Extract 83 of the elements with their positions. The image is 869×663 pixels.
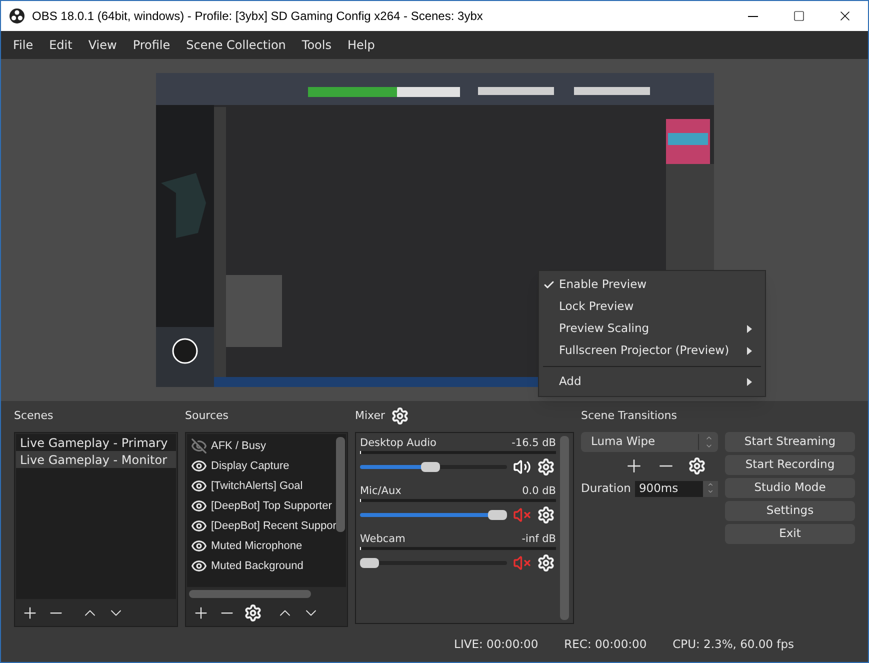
channel-name: Webcam	[360, 532, 406, 546]
menu-item[interactable]: Help	[339, 36, 383, 54]
muted-speaker-icon[interactable]	[513, 506, 531, 524]
menu-option-label: Add	[559, 373, 582, 390]
spin-down-icon	[707, 488, 714, 495]
slider-thumb[interactable]	[488, 510, 507, 520]
menu-option[interactable]: Preview Scaling	[539, 318, 765, 340]
menu-item[interactable]: Profile	[124, 36, 178, 54]
spin-down-icon	[704, 442, 712, 450]
source-item[interactable]: Display Capture	[187, 456, 336, 476]
eye-icon[interactable]	[191, 538, 207, 554]
eye-icon[interactable]	[191, 478, 207, 494]
muted-speaker-icon[interactable]	[513, 554, 531, 572]
check-icon	[543, 279, 555, 291]
menu-item[interactable]: File	[5, 36, 42, 54]
dock-title: Sources	[185, 408, 230, 424]
source-item[interactable]: [DeepBot] Recent Suppor	[187, 516, 336, 536]
source-item[interactable]: Muted Microphone	[187, 536, 336, 556]
volume-slider[interactable]	[360, 557, 507, 569]
live-timer: LIVE: 00:00:00	[454, 636, 538, 653]
control-button[interactable]: Settings	[725, 501, 855, 521]
source-item[interactable]: [TwitchAlerts] Goal	[187, 476, 336, 496]
rec-timer: REC: 00:00:00	[564, 636, 647, 653]
menu-option[interactable]: Add	[539, 371, 765, 393]
volume-slider[interactable]	[360, 509, 507, 521]
control-button[interactable]: Start Recording	[725, 455, 855, 475]
control-button[interactable]: Start Streaming	[725, 432, 855, 452]
volume-reading: -inf dB	[522, 532, 556, 546]
volume-reading: -16.5 dB	[512, 436, 556, 450]
eye-icon[interactable]	[191, 518, 207, 534]
duration-field[interactable]: 900ms	[634, 480, 718, 497]
settings-icon[interactable]	[537, 506, 555, 524]
dock-title: Scenes	[14, 408, 54, 424]
scrollbar[interactable]	[336, 437, 345, 532]
menu-option-label: Lock Preview	[559, 298, 634, 316]
settings-icon[interactable]	[244, 604, 262, 622]
eye-icon[interactable]	[191, 458, 207, 474]
scrollbar[interactable]	[560, 436, 569, 620]
duration-label: Duration	[581, 480, 631, 497]
app-logo-icon	[9, 8, 25, 24]
submenu-arrow-icon	[747, 325, 752, 333]
submenu-arrow-icon	[747, 347, 752, 355]
menu-item[interactable]: Tools	[294, 36, 340, 54]
menu-option[interactable]: Fullscreen Projector (Preview)	[539, 340, 765, 362]
scene-item[interactable]: Live Gameplay - Primary	[16, 434, 176, 451]
slider-thumb[interactable]	[421, 462, 440, 472]
menu-option[interactable]: Enable Preview	[539, 274, 765, 296]
menu-option-label: Enable Preview	[559, 276, 647, 294]
menu-item[interactable]: Scene Collection	[178, 36, 294, 54]
menu-item[interactable]: Edit	[41, 36, 80, 54]
dock-title: Mixer	[355, 408, 386, 424]
eye-icon[interactable]	[191, 558, 207, 574]
spin-up-icon	[707, 480, 714, 488]
menu-option-label: Fullscreen Projector (Preview)	[559, 342, 730, 360]
horizontal-scrollbar[interactable]	[189, 590, 311, 598]
dock-title: Scene Transitions	[581, 408, 678, 424]
transition-select[interactable]: Luma Wipe	[581, 432, 718, 452]
eye-off-icon[interactable]	[191, 438, 207, 454]
submenu-arrow-icon	[747, 378, 752, 386]
maximize-icon	[793, 10, 805, 22]
eye-icon[interactable]	[191, 498, 207, 514]
control-button[interactable]: Studio Mode	[725, 478, 855, 498]
menu-option-label: Preview Scaling	[559, 320, 650, 338]
settings-icon[interactable]	[391, 407, 410, 425]
source-item[interactable]: AFK / Busy	[187, 436, 336, 456]
settings-icon[interactable]	[688, 457, 706, 475]
speaker-icon[interactable]	[513, 458, 531, 476]
menu-option[interactable]: Lock Preview	[539, 296, 765, 318]
slider-thumb[interactable]	[360, 558, 379, 568]
window-title: OBS 18.0.1 (64bit, windows) - Profile: [3ybx] SD Gaming Config x264 - Scenes: 3ybx	[32, 8, 483, 25]
volume-reading: 0.0 dB	[522, 484, 556, 498]
channel-name: Mic/Aux	[360, 484, 402, 498]
settings-icon[interactable]	[537, 458, 555, 476]
volume-slider[interactable]	[360, 461, 507, 473]
channel-name: Desktop Audio	[360, 436, 436, 450]
source-item[interactable]: [DeepBot] Top Supporter	[187, 496, 336, 516]
scene-item[interactable]: Live Gameplay - Monitor	[16, 451, 176, 468]
menu-item[interactable]: View	[80, 36, 125, 54]
spin-up-icon	[704, 434, 712, 442]
control-button[interactable]: Exit	[725, 524, 855, 544]
source-item[interactable]: Muted Background	[187, 556, 336, 576]
cpu-status: CPU: 2.3%, 60.00 fps	[672, 636, 794, 653]
settings-icon[interactable]	[537, 554, 555, 572]
